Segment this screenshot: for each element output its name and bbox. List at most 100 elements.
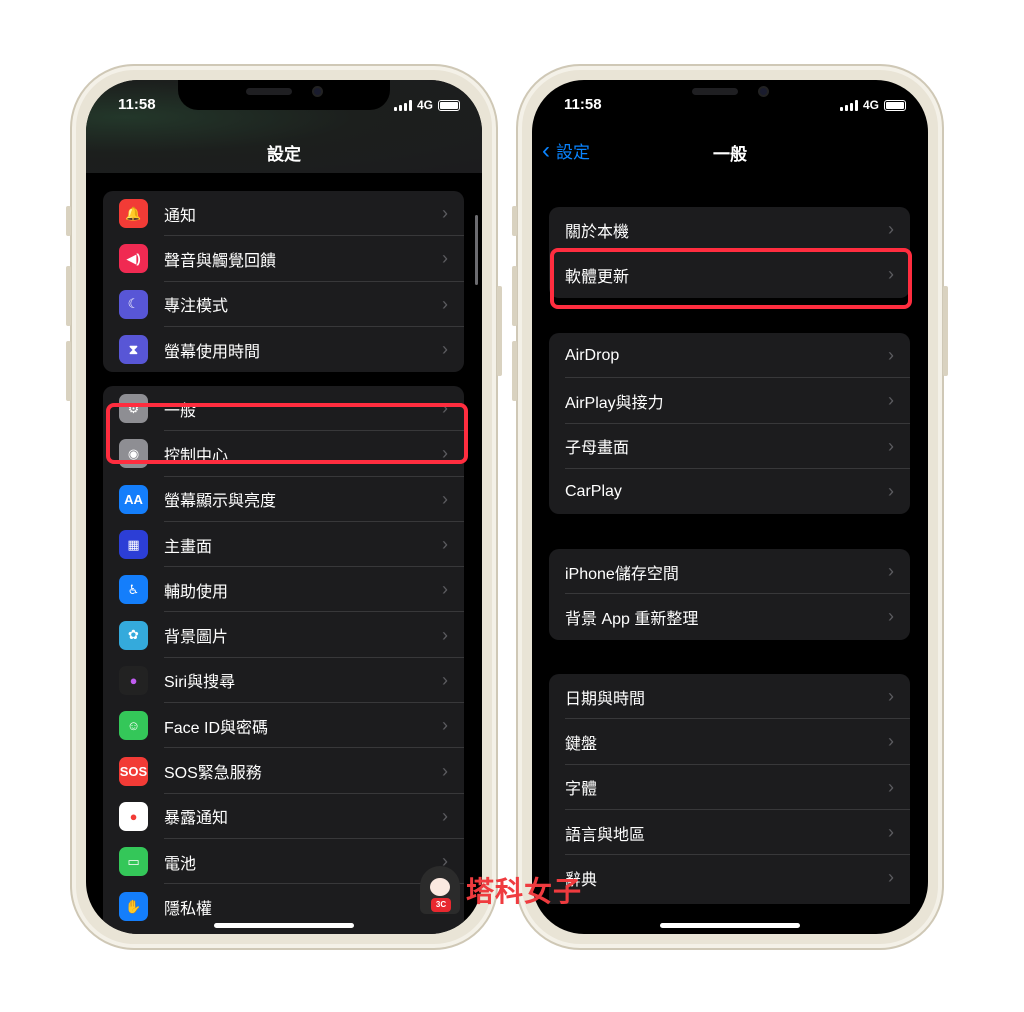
right-phone: 11:58 4G ‹ 設定 一般 關於本機 › 軟體更新 › AirDrop › AirP… xyxy=(512,64,948,950)
row-label: iPhone儲存空間 xyxy=(565,565,679,583)
settings-row[interactable]: ● 暴露通知 › xyxy=(103,794,464,840)
row-label: 暴露通知 xyxy=(164,810,229,828)
row-label: AirDrop xyxy=(565,346,620,364)
settings-row[interactable]: AirPlay與接力 › xyxy=(549,378,910,424)
settings-row[interactable]: 日期與時間 › xyxy=(549,674,910,720)
settings-row[interactable]: ● Siri與搜尋 › xyxy=(103,658,464,704)
text-size-icon: AA xyxy=(119,484,148,514)
chevron-right-icon: › xyxy=(442,488,448,509)
highlight-general xyxy=(106,403,468,464)
signal-icon xyxy=(839,99,858,111)
siri-icon: ● xyxy=(119,665,148,695)
settings-row[interactable]: 子母畫面 › xyxy=(549,424,910,470)
chevron-right-icon: › xyxy=(888,822,894,843)
home-indicator[interactable] xyxy=(214,923,354,928)
general-group-2: AirDrop › AirPlay與接力 › 子母畫面 › CarPlay › xyxy=(549,333,910,515)
network-label: 4G xyxy=(416,98,433,112)
sos-icon: SOS xyxy=(119,756,148,786)
settings-row[interactable]: 辭典 › xyxy=(549,855,910,900)
settings-row[interactable]: iPhone儲存空間 › xyxy=(549,549,910,595)
settings-row[interactable]: ⧗ 螢幕使用時間 › xyxy=(103,327,464,372)
row-label: 聲音與觸覺回饋 xyxy=(164,252,277,270)
settings-row[interactable]: AA 螢幕顯示與亮度 › xyxy=(103,477,464,523)
row-label: 輔助使用 xyxy=(164,583,229,601)
clock: 11:58 xyxy=(564,96,602,113)
chevron-right-icon: › xyxy=(442,669,448,690)
watermark-logo: 3C xyxy=(420,866,460,914)
chevron-right-icon: › xyxy=(888,561,894,582)
page-title: 設定 xyxy=(267,145,301,164)
row-label: 背景 App 重新整理 xyxy=(565,610,699,628)
row-label: 通知 xyxy=(164,207,197,225)
chevron-right-icon: › xyxy=(442,534,448,555)
chevron-right-icon: › xyxy=(442,624,448,645)
row-label: 螢幕顯示與亮度 xyxy=(164,493,277,511)
bell-icon: 🔔 xyxy=(119,199,148,229)
chevron-right-icon: › xyxy=(888,686,894,707)
settings-row[interactable]: ▭ 電池 › xyxy=(103,839,464,885)
row-label: 背景圖片 xyxy=(164,629,229,647)
network-label: 4G xyxy=(862,98,879,112)
settings-row[interactable]: 背景 App 重新整理 › xyxy=(549,594,910,639)
battery-icon: ▭ xyxy=(119,847,148,877)
watermark: 3C 塔科女子 xyxy=(420,866,582,914)
left-phone: 設定 11:58 4G 🔔 通知 › ◀) 聲音與觸覺回饋 › ☾ 專注模式 › ⧗ 螢幕使用時間 ›… xyxy=(66,64,502,950)
chevron-right-icon: › xyxy=(888,345,894,366)
row-label: 關於本機 xyxy=(565,223,630,241)
row-label: Face ID與密碼 xyxy=(164,719,269,737)
settings-row[interactable]: 字體 › xyxy=(549,765,910,811)
settings-row[interactable]: ☺ Face ID與密碼 › xyxy=(103,703,464,749)
settings-row[interactable]: AirDrop › xyxy=(549,333,910,379)
settings-group-1: 🔔 通知 › ◀) 聲音與觸覺回饋 › ☾ 專注模式 › ⧗ 螢幕使用時間 › xyxy=(103,191,464,373)
row-label: 主畫面 xyxy=(164,538,213,556)
home-grid-icon: ▦ xyxy=(119,530,148,560)
settings-row[interactable]: CarPlay › xyxy=(549,469,910,514)
settings-row[interactable]: ◀) 聲音與觸覺回饋 › xyxy=(103,236,464,282)
chevron-right-icon: › xyxy=(888,390,894,411)
settings-row[interactable]: 語言與地區 › xyxy=(549,810,910,856)
home-indicator[interactable] xyxy=(660,923,800,928)
chevron-right-icon: › xyxy=(888,606,894,627)
settings-row[interactable]: ♿ 輔助使用 › xyxy=(103,567,464,613)
face-id-icon: ☺ xyxy=(119,711,148,741)
chevron-right-icon: › xyxy=(888,867,894,888)
scrollbar[interactable] xyxy=(475,215,478,285)
battery-status-icon xyxy=(884,99,906,111)
row-label: 字體 xyxy=(565,781,598,799)
row-label: 日期與時間 xyxy=(565,690,646,708)
moon-icon: ☾ xyxy=(119,289,148,319)
watermark-text: 塔科女子 xyxy=(466,876,583,907)
settings-row[interactable]: ✿ 背景圖片 › xyxy=(103,612,464,659)
signal-icon xyxy=(393,99,412,111)
row-label: 鍵盤 xyxy=(565,735,598,753)
row-label: 電池 xyxy=(164,855,197,873)
settings-row[interactable]: 🔔 通知 › xyxy=(103,191,464,237)
chevron-right-icon: › xyxy=(442,579,448,600)
speaker-icon: ◀) xyxy=(119,244,148,274)
settings-group-2: ⚙ 一般 › ◉ 控制中心 › AA 螢幕顯示與亮度 › ▦ 主畫面 › ♿ 輔助使用 › ✿ 背景圖片 › ● Si… xyxy=(103,386,464,934)
status-bar: 11:58 4G xyxy=(86,94,482,116)
right-screen: 11:58 4G ‹ 設定 一般 關於本機 › 軟體更新 › AirDrop › AirP… xyxy=(532,80,928,934)
row-label: AirPlay與接力 xyxy=(565,394,664,412)
settings-row[interactable]: SOS SOS緊急服務 › xyxy=(103,748,464,794)
row-label: 專注模式 xyxy=(164,298,229,316)
chevron-right-icon: › xyxy=(888,481,894,502)
settings-row[interactable]: 鍵盤 › xyxy=(549,719,910,765)
settings-row[interactable]: 關於本機 › xyxy=(549,207,910,253)
flower-icon: ✿ xyxy=(119,620,148,650)
exposure-icon: ● xyxy=(119,801,148,831)
chevron-right-icon: › xyxy=(442,339,448,360)
battery-status-icon xyxy=(438,99,460,111)
row-label: 螢幕使用時間 xyxy=(164,343,261,361)
settings-row[interactable]: ▦ 主畫面 › xyxy=(103,522,464,568)
row-label: Siri與搜尋 xyxy=(164,674,236,692)
settings-row[interactable]: ☾ 專注模式 › xyxy=(103,282,464,328)
row-label: CarPlay xyxy=(565,482,622,500)
general-group-3: iPhone儲存空間 › 背景 App 重新整理 › xyxy=(549,549,910,640)
chevron-right-icon: › xyxy=(442,248,448,269)
chevron-right-icon: › xyxy=(888,219,894,240)
chevron-right-icon: › xyxy=(442,293,448,314)
clock: 11:58 xyxy=(118,96,156,113)
row-label: 隱私權 xyxy=(164,900,213,918)
chevron-right-icon: › xyxy=(442,805,448,826)
